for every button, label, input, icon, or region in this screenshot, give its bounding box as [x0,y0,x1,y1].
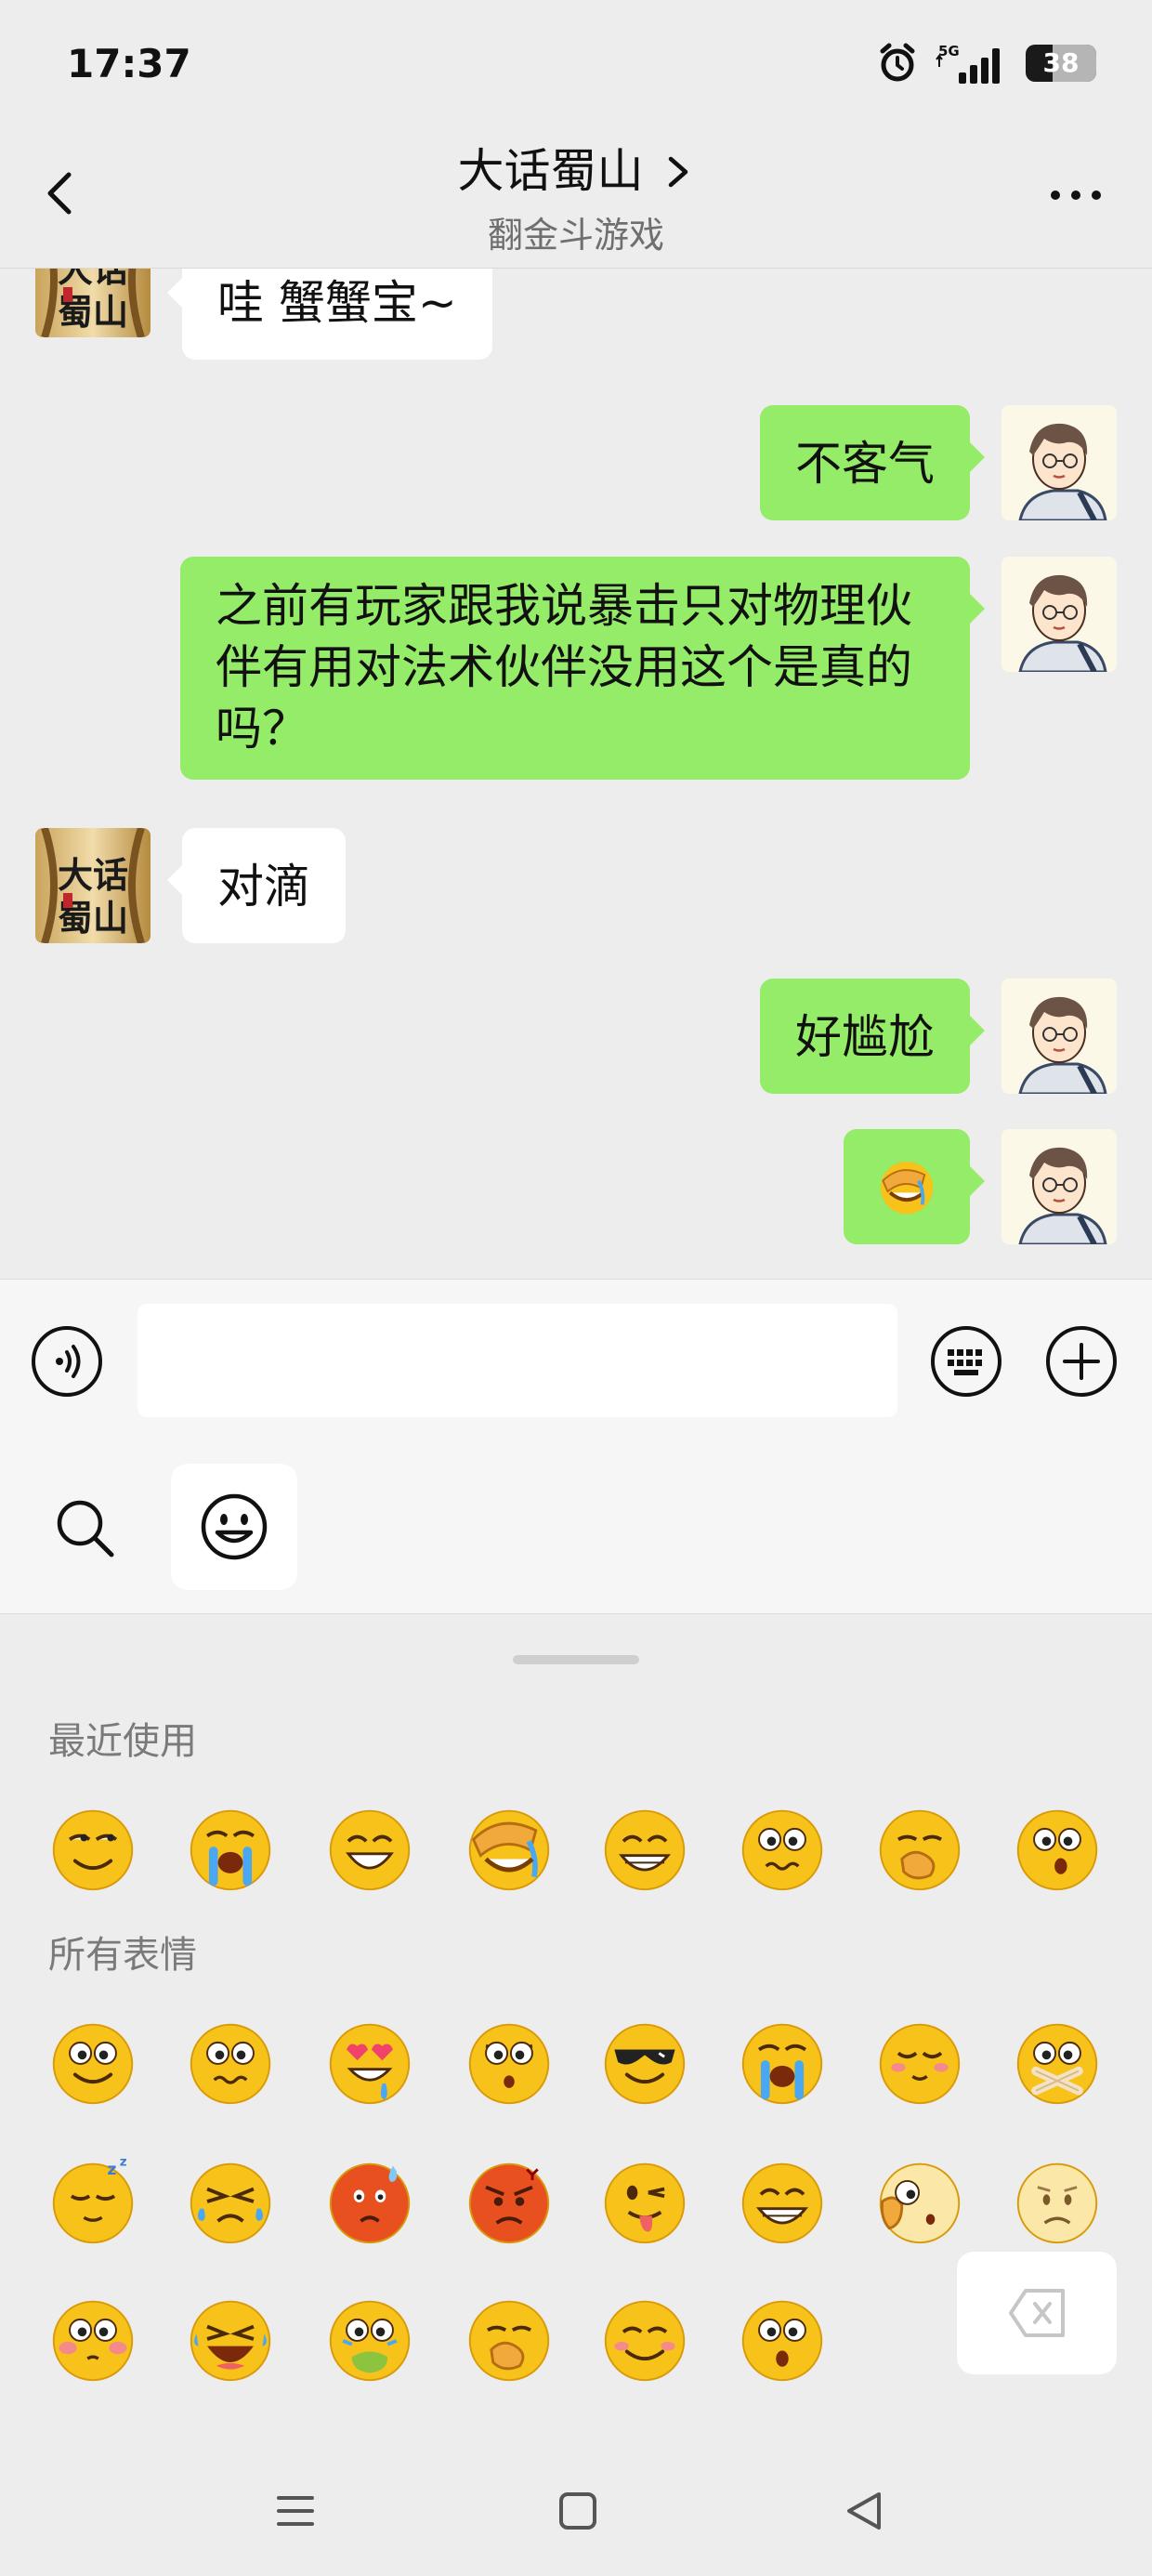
delete-button[interactable] [957,2252,1117,2374]
user-avatar[interactable] [1001,557,1117,672]
thinking-peek-emoji-icon[interactable] [875,2157,964,2246]
message-text: 对滴 [217,860,310,913]
user-avatar[interactable] [1001,1129,1117,1244]
content-emoji-icon[interactable] [600,2294,689,2384]
more-options-icon[interactable] [1048,186,1104,204]
facepalm-emoji-icon[interactable] [465,1804,554,1893]
user-avatar-image [1001,1129,1117,1244]
voice-icon[interactable] [30,1324,104,1399]
sunglasses-emoji-icon[interactable] [600,2017,689,2107]
message-list[interactable]: 大话 蜀山 哇 蟹蟹宝~ 不客气 之前有玩家跟我说暴击只对物理伙 伴有用对法术伙… [0,269,1152,1279]
drag-handle[interactable] [513,1655,639,1664]
network-label: 5G [938,43,960,59]
facepalm-emoji-icon [880,1162,934,1215]
chat-subtitle: 翻金斗游戏 [487,215,664,256]
big-grin-emoji-icon[interactable] [738,2157,827,2246]
scrunch-cry-emoji-icon[interactable] [186,2157,275,2246]
message-text: 不客气 [795,437,935,491]
big-grin-emoji-icon[interactable] [600,1804,689,1893]
loud-cry-emoji-icon[interactable] [738,2017,827,2107]
contact-avatar[interactable]: 大话 蜀山 [35,828,151,943]
user-avatar-image [1001,405,1117,520]
avatar-caption: 大话 [58,854,128,896]
message-input[interactable] [137,1304,897,1417]
search-icon[interactable] [52,1495,117,1560]
zipped-mouth-emoji-icon[interactable] [1013,2017,1102,2107]
hand-over-mouth-emoji-icon[interactable] [875,1804,964,1893]
chat-title-area[interactable]: 大话蜀山 [0,134,1152,201]
chat-title[interactable]: 大话蜀山 [457,144,643,198]
all-section-label: 所有表情 [48,1934,197,1977]
message-text-line: 之前有玩家跟我说暴击只对物理伙 [216,579,912,633]
status-icons: 5G 38 [877,41,1096,85]
shocked-emoji-icon[interactable] [465,2017,554,2107]
status-time: 17:37 [67,41,191,86]
open-mouth-emoji-icon[interactable] [738,2294,827,2384]
sad-emoji-icon[interactable] [1013,2157,1102,2246]
keyboard-icon[interactable] [929,1324,1003,1399]
svg-text:z: z [107,2161,116,2179]
back-icon[interactable] [836,2483,892,2539]
emoji-panel: 最近使用 所有表情 zz [0,1613,1152,2451]
signal-5g-icon: 5G [936,43,1000,84]
wavy-worried-emoji-icon[interactable] [738,1804,827,1893]
contact-avatar[interactable]: 大话 蜀山 [35,269,151,337]
plus-icon[interactable] [1044,1324,1119,1399]
game-logo-icon: 大话 蜀山 [35,828,151,943]
user-avatar[interactable] [1001,979,1117,1094]
message-bubble-outgoing[interactable]: 好尴尬 [760,979,985,1094]
user-avatar-image [1001,979,1117,1094]
backspace-icon [1009,2289,1065,2337]
battery-icon: 38 [1026,45,1096,82]
chat-header: 大话蜀山 翻金斗游戏 [0,130,1152,269]
message-bubble-incoming[interactable]: 对滴 [167,828,346,943]
smiley-icon [201,1493,268,1560]
message-text: 哇 蟹蟹宝~ [217,276,457,330]
laugh-cry-emoji-icon[interactable] [186,2294,275,2384]
battery-level: 38 [1042,47,1080,78]
sly-smile-emoji-icon[interactable] [48,1804,137,1893]
wavy-worried-emoji-icon[interactable] [186,2017,275,2107]
message-text-line: 吗？ [216,702,308,756]
message-bubble-outgoing-emoji[interactable] [844,1129,985,1244]
surprised-emoji-icon[interactable] [1013,1804,1102,1893]
sweat-angry-emoji-icon[interactable] [325,2157,414,2246]
message-text: 好尴尬 [795,1010,935,1064]
message-bubble-incoming[interactable]: 哇 蟹蟹宝~ [167,269,492,360]
message-bubble-outgoing[interactable]: 之前有玩家跟我说暴击只对物理伙 伴有用对法术伙伴没用这个是真的 吗？ [180,557,985,780]
nauseous-emoji-icon[interactable] [325,2294,414,2384]
alarm-icon [880,43,915,82]
home-icon[interactable] [550,2483,606,2539]
recent-section-label: 最近使用 [48,1720,197,1763]
flushed-emoji-icon[interactable] [48,2294,137,2384]
message-bubble-outgoing[interactable]: 不客气 [760,405,985,520]
smile-emoji-icon[interactable] [48,2017,137,2107]
user-avatar-image [1001,557,1117,672]
chevron-right-icon[interactable] [661,153,695,191]
input-bar [0,1279,1152,1614]
loud-cry-emoji-icon[interactable] [186,1804,275,1893]
menu-icon[interactable] [268,2483,323,2539]
angry-emoji-icon[interactable] [465,2157,554,2246]
user-avatar[interactable] [1001,405,1117,520]
status-bar: 17:37 5G 38 [0,0,1152,130]
hand-over-mouth-emoji-icon[interactable] [465,2294,554,2384]
heart-eyes-drool-emoji-icon[interactable] [325,2017,414,2107]
message-text-line: 伴有用对法术伙伴没用这个是真的 [216,640,912,694]
sleepy-emoji-icon[interactable]: zz [48,2157,137,2246]
game-logo-icon: 大话 蜀山 [35,269,151,337]
tongue-wink-emoji-icon[interactable] [600,2157,689,2246]
grin-emoji-icon[interactable] [325,1804,414,1893]
svg-text:z: z [120,2157,127,2170]
emoji-tab[interactable] [171,1464,297,1590]
avatar-caption: 大话 [58,269,128,290]
shy-blush-emoji-icon[interactable] [875,2017,964,2107]
system-nav-bar [0,2450,1152,2576]
